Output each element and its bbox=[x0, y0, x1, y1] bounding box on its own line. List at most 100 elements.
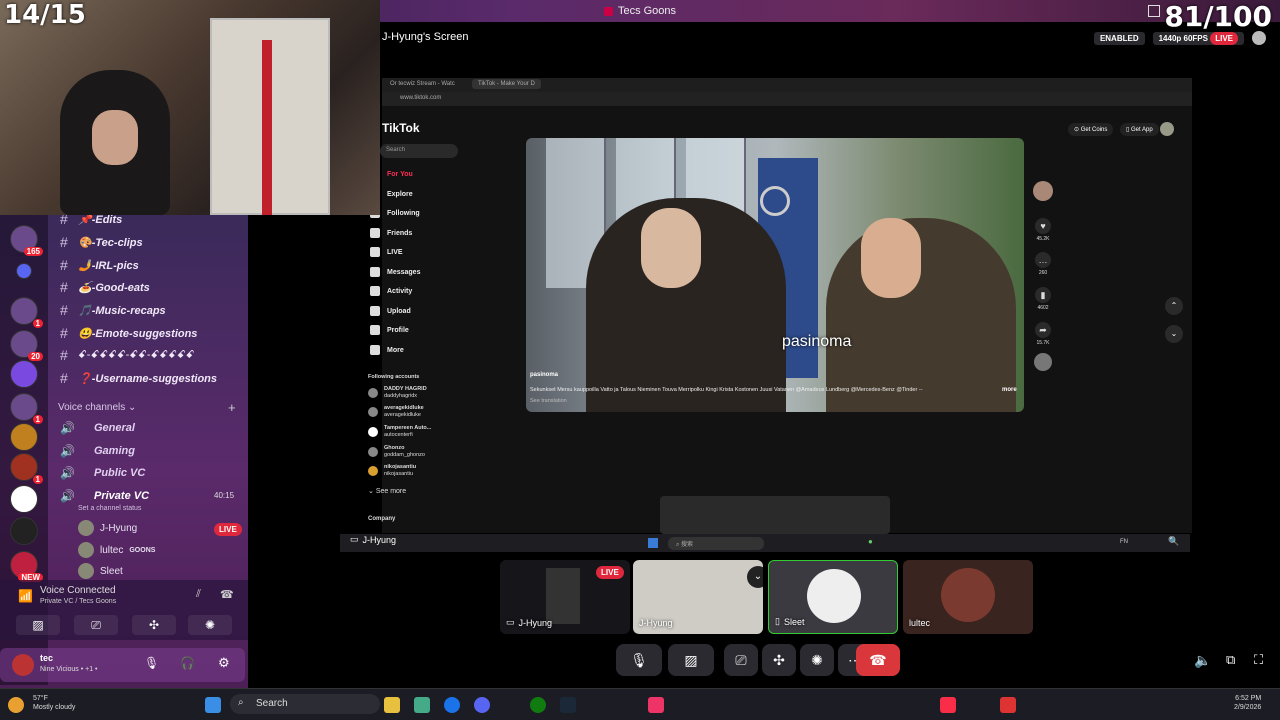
sound-disc[interactable] bbox=[1034, 353, 1052, 371]
tiktok-logo[interactable]: TikTok bbox=[382, 121, 420, 135]
share-button[interactable]: ➦ 15.7K bbox=[1034, 322, 1052, 346]
chrome-icon[interactable] bbox=[444, 697, 460, 713]
company-link[interactable]: Company bbox=[368, 516, 395, 523]
server-icon[interactable] bbox=[10, 485, 38, 513]
server-icon[interactable] bbox=[10, 423, 38, 451]
see-translation-link[interactable]: See translation bbox=[530, 398, 567, 404]
prev-video-button[interactable]: ⌃ bbox=[1165, 297, 1183, 315]
server-icon[interactable]: 165 bbox=[10, 225, 43, 256]
tiktok-nav-more[interactable]: More bbox=[370, 343, 404, 357]
zoom-icon[interactable]: 🔍 bbox=[1168, 536, 1179, 547]
participant-tile-speaking[interactable]: ▯ Sleet bbox=[768, 560, 898, 634]
popout-icon[interactable]: ⧉ bbox=[1226, 652, 1235, 668]
following-account[interactable]: averagekidluke averagekidluke bbox=[368, 405, 424, 419]
add-channel-icon[interactable]: + bbox=[228, 400, 236, 415]
get-app-button[interactable]: ▯ Get App bbox=[1120, 123, 1159, 136]
headphones-icon[interactable]: 🎧 bbox=[180, 656, 195, 670]
participant-tile[interactable]: lultec bbox=[903, 560, 1033, 634]
creator-avatar[interactable] bbox=[1033, 181, 1053, 201]
tiktok-nav-messages[interactable]: Messages bbox=[370, 265, 420, 279]
server-icon[interactable]: 20 bbox=[10, 330, 43, 361]
soundboard-button[interactable]: ✺ bbox=[800, 644, 834, 676]
following-account[interactable]: DADDY HAGRID daddyhagridx bbox=[368, 386, 427, 400]
music-icon[interactable] bbox=[940, 697, 956, 713]
tiktok-nav-activity[interactable]: Activity bbox=[370, 284, 412, 298]
weather-widget[interactable]: 57°F Mostly cloudy bbox=[33, 694, 75, 712]
volume-icon[interactable]: 🔈 bbox=[1194, 652, 1211, 669]
mute-button[interactable]: 🎙 bbox=[616, 644, 662, 676]
voice-channel-gaming[interactable]: 🔊 Gaming bbox=[60, 441, 135, 461]
screen-share-button[interactable]: ⎚ bbox=[74, 615, 118, 635]
following-account[interactable]: Ghonzo goddam_ghonzo bbox=[368, 445, 425, 459]
server-icon[interactable] bbox=[10, 360, 38, 388]
server-icon[interactable] bbox=[10, 517, 38, 545]
following-account[interactable]: nikojasantiu nikojasantiu bbox=[368, 464, 416, 478]
tiktok-video[interactable] bbox=[526, 138, 1024, 412]
save-button[interactable]: ▮ 4602 bbox=[1034, 287, 1052, 311]
activities-button[interactable]: ✣ bbox=[762, 644, 796, 676]
profile-avatar[interactable] bbox=[1160, 122, 1174, 136]
voice-user[interactable]: Sleet bbox=[78, 561, 123, 581]
valorant-icon[interactable] bbox=[1000, 697, 1016, 713]
channel-tec-clips[interactable]: # 🎨-Tec-clips bbox=[60, 232, 143, 252]
participant-tile[interactable]: LIVE ▭ J-Hyung bbox=[500, 560, 630, 634]
video-author[interactable]: pasinoma bbox=[530, 372, 558, 378]
like-button[interactable]: ♥ 45.2K bbox=[1034, 218, 1052, 242]
server-icon[interactable]: NEW bbox=[10, 551, 43, 582]
voice-user[interactable]: J-Hyung bbox=[78, 518, 137, 538]
avatar[interactable] bbox=[12, 654, 34, 676]
browser-tab[interactable]: Or tecwiz Stream - Watc bbox=[390, 81, 455, 87]
soundboard-button[interactable]: ✺ bbox=[188, 615, 232, 635]
more-link[interactable]: more bbox=[1002, 387, 1017, 393]
restore-icon[interactable] bbox=[1148, 5, 1160, 17]
voice-channel-public[interactable]: 🔊 Public VC bbox=[60, 463, 145, 483]
voice-channel-general[interactable]: 🔊 General bbox=[60, 418, 135, 438]
server-icon[interactable]: 1 bbox=[10, 393, 43, 424]
voice-user[interactable]: lultec GOONS bbox=[78, 540, 155, 560]
see-more-link[interactable]: ⌄ See more bbox=[368, 488, 406, 495]
fullscreen-icon[interactable]: ⛶ bbox=[1254, 652, 1263, 668]
discord-icon[interactable] bbox=[474, 697, 490, 713]
xbox-icon[interactable] bbox=[530, 697, 546, 713]
tiktok-nav-live[interactable]: LIVE bbox=[370, 245, 403, 259]
channel-music-recaps[interactable]: # 🎵-Music-recaps bbox=[60, 300, 166, 320]
voice-connected-subtitle[interactable]: Private VC / Tecs Goons bbox=[40, 598, 116, 605]
tiktok-nav-friends[interactable]: Friends bbox=[370, 226, 412, 240]
chevron-down-icon[interactable]: ⌄ bbox=[747, 566, 763, 588]
browser-tab-active[interactable]: TikTok - Make Your D bbox=[472, 79, 541, 89]
file-explorer-icon[interactable] bbox=[384, 697, 400, 713]
disconnect-button[interactable]: ☎ bbox=[856, 644, 900, 676]
screen-share-button[interactable]: ⎚ bbox=[724, 644, 758, 676]
voice-section-header[interactable]: Voice channels ⌄ bbox=[58, 402, 136, 413]
store-icon[interactable] bbox=[414, 697, 430, 713]
channel-emote-suggestions[interactable]: # 😃-Emote-suggestions bbox=[60, 323, 197, 343]
user-icon[interactable] bbox=[1252, 31, 1266, 45]
tiktok-nav-upload[interactable]: Upload bbox=[370, 304, 411, 318]
start-icon[interactable] bbox=[205, 697, 221, 713]
taskbar-search-input[interactable]: ⌕ Search bbox=[230, 694, 380, 714]
following-account[interactable]: Tampereen Auto... autocenterfi bbox=[368, 425, 431, 439]
get-coins-button[interactable]: ⊙ Get Coins bbox=[1068, 123, 1114, 136]
server-icon[interactable]: 1 bbox=[10, 297, 43, 328]
server-icon[interactable]: 1 bbox=[10, 453, 43, 484]
settings-gear-icon[interactable]: ⚙ bbox=[218, 655, 230, 671]
channel-unnamed[interactable]: # ꗃ-ꗃꗃꗃꗃ-ꗃꗃ-ꗃꗃꗃꗃꗃ bbox=[60, 345, 194, 365]
folder-icon[interactable] bbox=[16, 263, 32, 279]
channel-irl-pics[interactable]: # 🤳-IRL-pics bbox=[60, 255, 139, 275]
app-icon[interactable] bbox=[648, 697, 664, 713]
participant-tile[interactable]: J-Hyung ⌄ bbox=[633, 560, 763, 634]
url-text[interactable]: www.tiktok.com bbox=[400, 95, 441, 101]
channel-good-eats[interactable]: # 🍝-Good-eats bbox=[60, 277, 150, 297]
weather-icon[interactable] bbox=[8, 697, 24, 713]
steam-icon[interactable] bbox=[560, 697, 576, 713]
next-video-button[interactable]: ⌄ bbox=[1165, 325, 1183, 343]
tiktok-search-input[interactable]: Search bbox=[380, 144, 458, 158]
camera-off-button[interactable]: ▨ bbox=[16, 615, 60, 635]
tiktok-nav-profile[interactable]: Profile bbox=[370, 323, 409, 337]
comment-button[interactable]: … 260 bbox=[1034, 252, 1052, 276]
channel-status[interactable]: Set a channel status bbox=[78, 505, 141, 512]
voice-channel-private[interactable]: 🔊 Private VC bbox=[60, 486, 149, 506]
noise-suppression-icon[interactable]: ⫽ bbox=[196, 588, 201, 601]
taskbar-clock[interactable]: 6:52 PM 2/9/2026 bbox=[1234, 694, 1261, 712]
mic-icon[interactable]: 🎙 bbox=[144, 656, 159, 670]
